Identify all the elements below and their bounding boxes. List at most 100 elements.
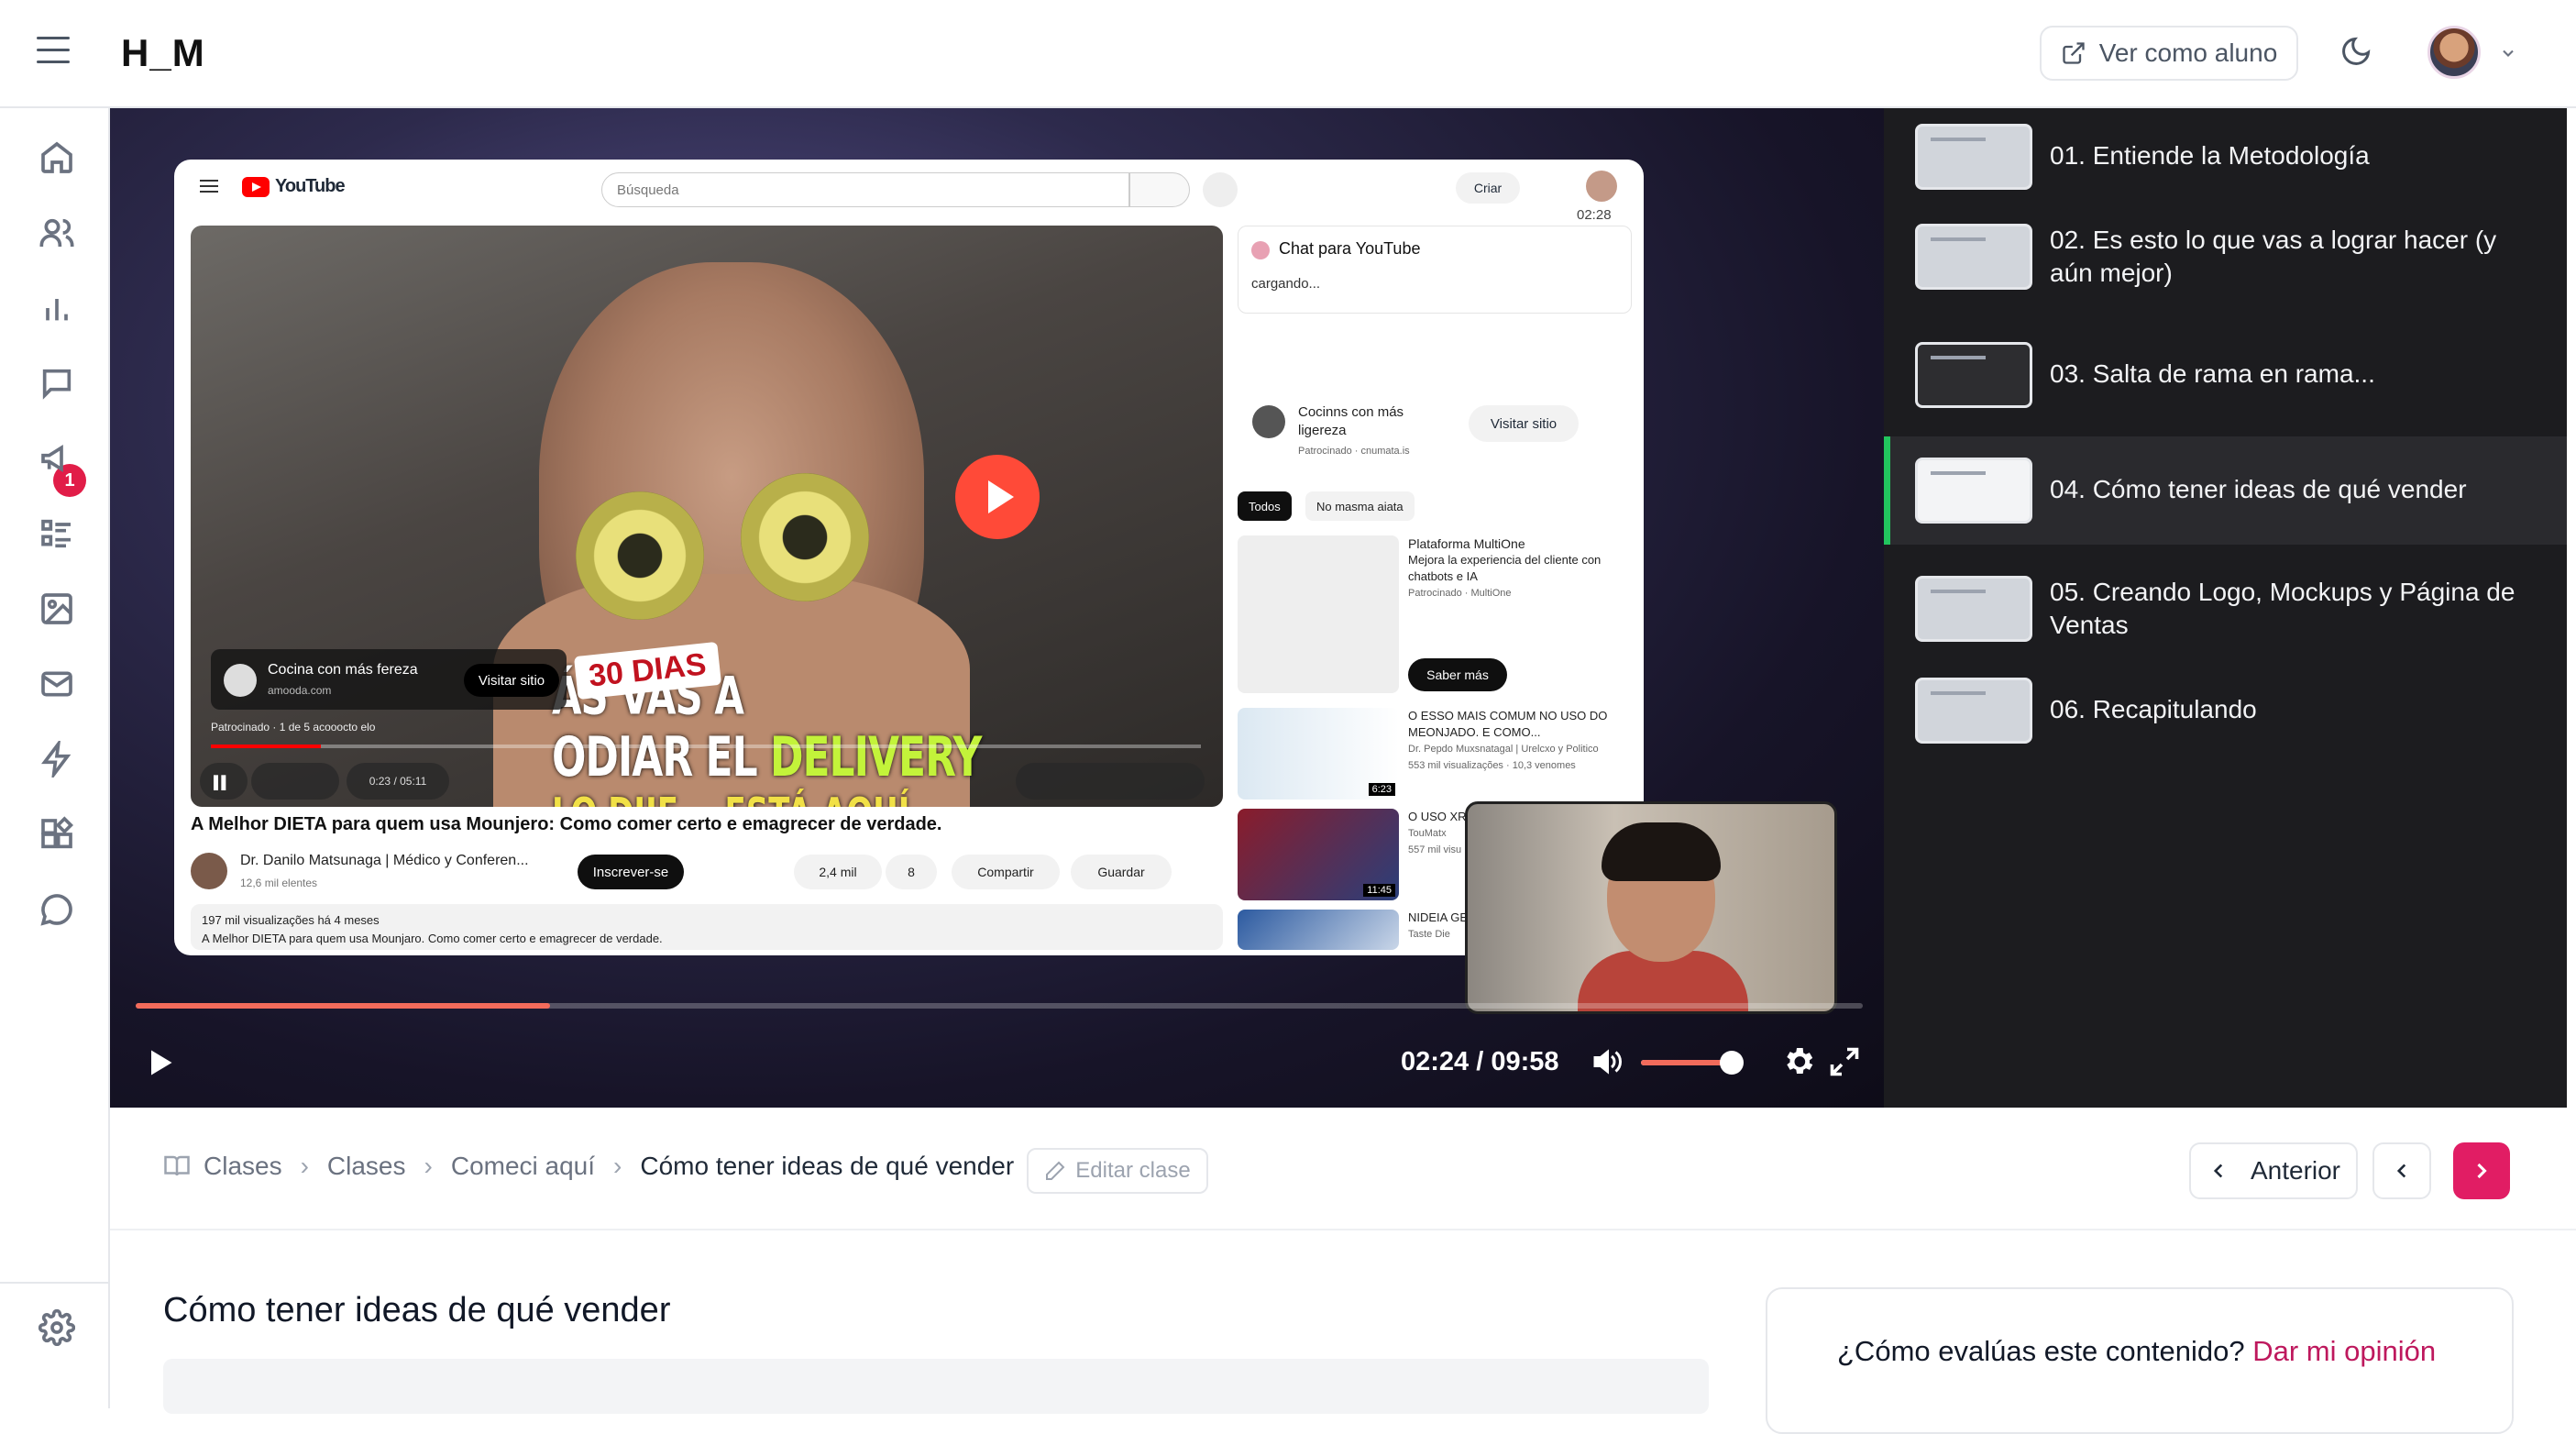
youtube-right-controls <box>1016 763 1205 800</box>
views-line: 197 mil visualizações há 4 meses <box>202 913 380 927</box>
play-icon[interactable] <box>143 1045 176 1080</box>
rating-card: ¿Cómo evalúas este contenido? Dar mi opi… <box>1766 1287 2514 1434</box>
dislike-button: 8 <box>886 855 937 889</box>
breadcrumb-item[interactable]: Comeci aquí <box>451 1152 595 1181</box>
mail-icon[interactable] <box>39 666 75 702</box>
settings-icon[interactable] <box>1780 1043 1817 1080</box>
save-button: Guardar <box>1071 855 1172 889</box>
ad-visit-button: Visitar sitio <box>464 664 559 697</box>
rec2-duration: 6:23 <box>1368 783 1395 796</box>
video-player[interactable]: YouTube Búsqueda Criar 02:28 ÁS VAS A OD… <box>110 108 1884 1108</box>
view-as-student-button[interactable]: Ver como aluno <box>2040 26 2298 81</box>
next-lesson-button[interactable] <box>2453 1142 2510 1199</box>
playlist-item[interactable]: 01. Entiende la Metodología <box>1884 119 2567 194</box>
playlist-item-active[interactable]: 04. Cómo tener ideas de qué vender <box>1884 436 2567 545</box>
webcam-overlay <box>1465 801 1837 1014</box>
webcam-hair <box>1602 822 1721 881</box>
rec2-title: O ESSO MAIS COMUM NO USO DO MEONJADO. E … <box>1408 709 1608 739</box>
edit-lesson-button[interactable]: Editar clase <box>1027 1148 1208 1194</box>
rec2-thumb: 6:23 <box>1238 708 1399 800</box>
chevron-down-icon[interactable] <box>2499 44 2517 62</box>
users-icon[interactable] <box>39 215 75 251</box>
rec2-sub: Dr. Pepdo Muxsnatagal | Urelcxo y Politi… <box>1408 744 1599 755</box>
youtube-controls: 0:23 / 05:11 <box>191 757 1223 807</box>
message-circle-icon[interactable] <box>39 891 75 928</box>
youtube-menu-icon <box>200 180 218 193</box>
home-icon[interactable] <box>39 139 75 176</box>
dislike-count: 8 <box>908 865 915 879</box>
moon-icon[interactable] <box>2339 35 2372 68</box>
chevron-right-icon: › <box>613 1152 622 1180</box>
chat-box: Chat para YouTube cargando... <box>1238 226 1632 314</box>
lesson-playlist: 01. Entiende la Metodología 02. Es esto … <box>1884 108 2567 1108</box>
logo[interactable]: H_M <box>121 31 205 75</box>
channel-subs: 12,6 mil elentes <box>240 877 318 889</box>
fullscreen-icon[interactable] <box>1828 1045 1861 1078</box>
youtube-pause-icon <box>200 763 248 800</box>
playlist-item-label: 04. Cómo tener ideas de qué vender <box>2050 475 2467 503</box>
channel-name: Dr. Danilo Matsunaga | Médico y Conferen… <box>240 853 529 868</box>
description-line: A Melhor DIETA para quem usa Mounjaro. C… <box>202 932 663 945</box>
previous-label: Anterior <box>2250 1156 2341 1185</box>
youtube-time: 0:23 / 05:11 <box>347 763 449 800</box>
youtube-avatar <box>1586 171 1617 202</box>
youtube-video-frame: ÁS VAS A ODIAR EL DELIVERY LO DIJE... ES… <box>191 226 1223 807</box>
ad-avatar <box>224 664 257 697</box>
chevron-right-icon: › <box>300 1152 309 1180</box>
menu-icon[interactable] <box>37 37 70 70</box>
megaphone-icon[interactable] <box>39 440 75 477</box>
volume-icon[interactable] <box>1588 1045 1624 1078</box>
playlist-thumb <box>1915 124 2032 190</box>
youtube-header: YouTube Búsqueda Criar 02:28 <box>174 160 1644 226</box>
rec3-duration: 11:45 <box>1363 884 1395 897</box>
playlist-item-label: 03. Salta de rama en rama... <box>2050 359 2375 388</box>
playlist-item[interactable]: 03. Salta de rama en rama... <box>1884 337 2567 413</box>
video-progress-fill <box>136 1003 551 1009</box>
sponsored-label: Patrocinado · 1 de 5 acooocto elo <box>211 721 376 734</box>
pineapple-slice-right <box>741 473 869 601</box>
rating-question: ¿Cómo evalúas este contenido? Dar mi opi… <box>1837 1335 2436 1368</box>
screen-recording-youtube: YouTube Búsqueda Criar 02:28 ÁS VAS A OD… <box>174 160 1644 955</box>
prev-arrow-button[interactable] <box>2372 1142 2431 1199</box>
list-icon[interactable] <box>39 515 75 552</box>
youtube-create-button: Criar <box>1456 172 1520 204</box>
side-ad-avatar <box>1252 405 1285 438</box>
chat-loading: cargando... <box>1251 276 1321 292</box>
top-bar: H_M Ver como aluno <box>0 0 2576 108</box>
rec1-learn-more: Saber más <box>1408 658 1507 691</box>
playlist-thumb <box>1915 458 2032 524</box>
image-icon[interactable] <box>39 590 75 627</box>
duration: 09:58 <box>1491 1047 1559 1076</box>
playlist-thumb <box>1915 678 2032 744</box>
youtube-progress-bar <box>211 745 1201 748</box>
gear-icon[interactable] <box>38 1308 76 1347</box>
playlist-item[interactable]: 06. Recapitulando <box>1884 673 2567 748</box>
rec2-views: 553 mil visualizações · 10,3 venomes <box>1408 760 1576 771</box>
previous-lesson-button[interactable]: Anterior <box>2189 1142 2358 1199</box>
youtube-search-input: Búsqueda <box>601 172 1129 207</box>
like-button: 2,4 mil <box>794 855 882 889</box>
video-progress-bar[interactable] <box>136 1003 1863 1009</box>
breadcrumb-item[interactable]: Clases <box>327 1152 406 1181</box>
youtube-play-icon <box>242 176 270 197</box>
pineapple-slice-left <box>576 491 704 620</box>
rec1-thumb <box>1238 535 1399 693</box>
puzzle-icon[interactable] <box>39 816 75 853</box>
rating-question-text: ¿Cómo evalúas este contenido? <box>1837 1335 2245 1367</box>
youtube-description-box: 197 mil visualizações há 4 meses A Melho… <box>191 904 1223 950</box>
volume-knob[interactable] <box>1720 1051 1744 1075</box>
channel-avatar <box>191 853 227 889</box>
playlist-item-label: 02. Es esto lo que vas a lograr hacer (y… <box>2050 226 2497 287</box>
give-feedback-link[interactable]: Dar mi opinión <box>2252 1335 2436 1367</box>
playlist-item[interactable]: 05. Creando Logo, Mockups y Página de Ve… <box>1884 559 2567 658</box>
breadcrumb: Clases › Clases › Comeci aquí › Cómo ten… <box>163 1152 1014 1181</box>
chat-title: Chat para YouTube <box>1279 239 1421 258</box>
chart-icon[interactable] <box>39 290 75 326</box>
user-avatar[interactable] <box>2427 26 2481 79</box>
lightning-icon[interactable] <box>39 737 75 781</box>
chat-icon[interactable] <box>39 365 75 402</box>
playlist-item[interactable]: 02. Es esto lo que vas a lograr hacer (y… <box>1884 211 2567 303</box>
breadcrumb-item[interactable]: Clases <box>204 1152 282 1181</box>
time-separator: / <box>1476 1047 1484 1076</box>
ad-title: Cocina con más fereza <box>268 662 418 678</box>
